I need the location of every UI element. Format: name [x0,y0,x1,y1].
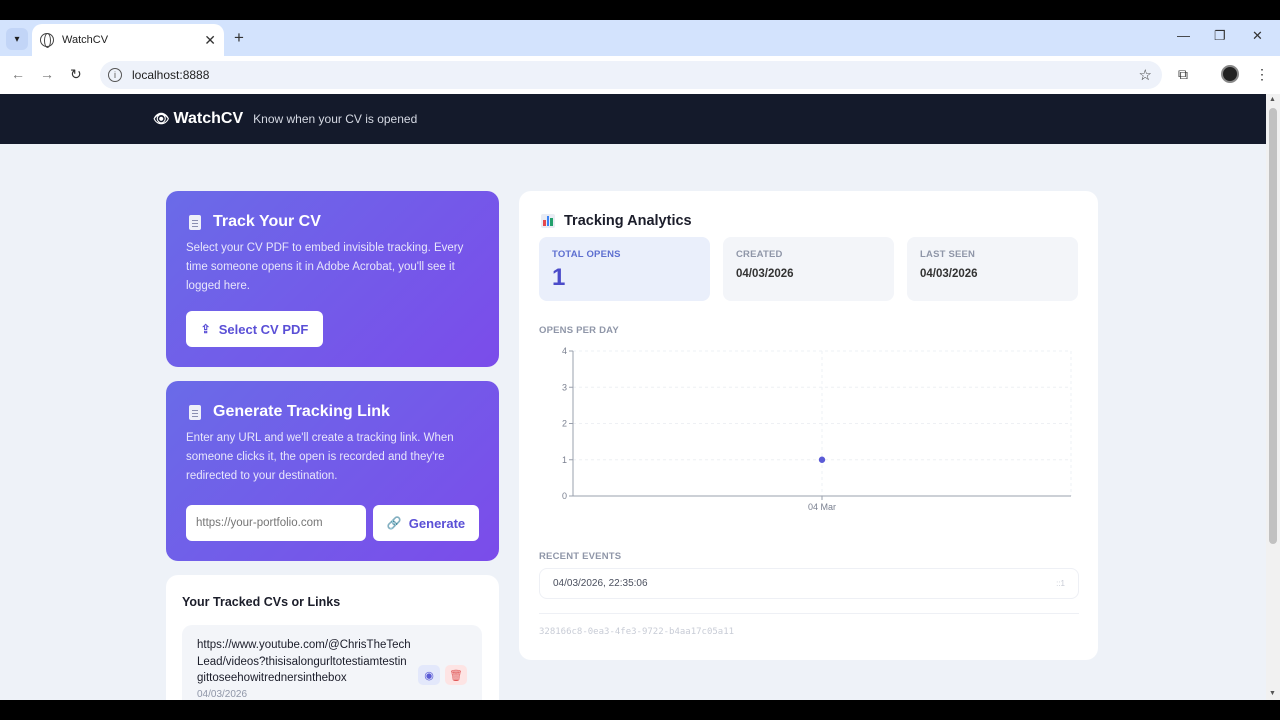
globe-icon [40,33,54,48]
extensions-icon[interactable]: ⧉ [1178,66,1188,83]
minimize-icon[interactable]: — [1177,28,1190,43]
event-row: 04/03/2026, 22:35:06 ::1 [539,568,1079,599]
track-cv-title: Track Your CV [213,213,321,230]
site-info-icon[interactable]: i [108,68,122,82]
y-tick-label: 0 [562,491,567,501]
stat-label: TOTAL OPENS [552,249,621,260]
browser-toolbar: ← → ↻ i localhost:8888 ☆ ⧉ ⋮ [0,56,1280,94]
profile-avatar[interactable] [1221,65,1239,83]
scrollbar-thumb[interactable] [1269,108,1277,544]
scroll-down-icon[interactable]: ▼ [1269,690,1276,697]
recent-events-label: RECENT EVENTS [539,551,622,562]
eye-icon: 👁 [153,111,170,126]
forward-arrow-icon[interactable]: → [40,66,54,82]
stat-value: 04/03/2026 [736,268,794,280]
y-tick-label: 1 [562,455,567,465]
page-scrollbar[interactable]: ▲ ▼ [1266,94,1280,700]
document-icon [189,404,201,420]
address-url[interactable]: localhost:8888 [132,68,1139,82]
page-viewport: 👁 WatchCV Know when your CV is opened Tra… [0,94,1266,700]
trash-icon: 🗑 [449,669,463,682]
analytics-card: Tracking Analytics TOTAL OPENS 1 CREATED… [519,191,1098,660]
stat-label: CREATED [736,249,783,260]
generate-button[interactable]: 🔗 Generate [373,505,479,541]
tab-strip: ▾ WatchCV ✕ + — ❐ ✕ [0,20,1280,56]
stat-value: 04/03/2026 [920,268,978,280]
close-window-icon[interactable]: ✕ [1252,28,1263,44]
generate-link-description: Enter any URL and we'll create a trackin… [186,432,454,482]
stat-value: 1 [552,264,566,291]
analytics-title: Tracking Analytics [564,213,692,229]
tab-title: WatchCV [62,34,109,46]
x-tick-label: 04 Mar [808,502,836,512]
restore-icon[interactable]: ❐ [1214,28,1226,44]
document-icon [189,214,201,230]
tracking-id: 328166c8-0ea3-4fe3-9722-b4aa17c05a11 [539,627,735,637]
upload-icon: ⇪ [200,322,211,336]
brand: 👁 WatchCV [153,110,243,128]
opens-per-day-chart: 0 1 2 3 4 04 Mar [562,346,1072,512]
stat-label: LAST SEEN [920,249,976,260]
tab-search-button[interactable]: ▾ [6,28,28,50]
app-header: 👁 WatchCV Know when your CV is opened [0,94,1266,144]
tracked-list-title: Your Tracked CVs or Links [182,595,341,609]
tracked-list-card: Your Tracked CVs or Links https://www.yo… [166,575,499,700]
select-cv-button[interactable]: ⇪ Select CV PDF [186,311,323,347]
bookmark-star-icon[interactable]: ☆ [1139,66,1152,84]
browser-tab[interactable]: WatchCV ✕ [32,24,224,56]
destination-url-input[interactable] [186,505,366,541]
select-cv-label: Select CV PDF [218,321,309,337]
close-tab-icon[interactable]: ✕ [204,32,216,49]
chevron-down-icon: ▾ [14,33,20,45]
new-tab-button[interactable]: + [234,28,244,48]
menu-kebab-icon[interactable]: ⋮ [1255,66,1269,83]
reload-icon[interactable]: ↻ [70,66,82,83]
address-bar[interactable]: i localhost:8888 ☆ [100,61,1162,89]
y-tick-label: 3 [562,382,567,392]
generate-link-card: Generate Tracking Link Enter any URL and… [166,381,499,561]
view-analytics-button[interactable]: ◉ [418,665,440,685]
stat-last-seen: LAST SEEN 04/03/2026 [907,237,1078,301]
data-point [818,456,826,463]
generate-label: Generate [408,515,466,531]
link-icon: 🔗 [386,516,402,530]
tagline: Know when your CV is opened [253,112,418,126]
stat-created: CREATED 04/03/2026 [723,237,894,301]
generate-link-heading: Generate Tracking Link [186,403,479,421]
event-time: 04/03/2026, 22:35:06 [553,578,648,589]
list-item[interactable]: https://www.youtube.com/@ChrisTheTechLea… [182,625,482,700]
track-cv-heading: Track Your CV [186,213,479,231]
divider [539,613,1079,614]
browser-window: ▾ WatchCV ✕ + — ❐ ✕ ← → ↻ i localhost:88… [0,20,1280,700]
scroll-up-icon[interactable]: ▲ [1269,96,1276,103]
chart-label: OPENS PER DAY [539,325,619,336]
brand-name: WatchCV [173,110,244,127]
event-source: ::1 [1056,579,1065,588]
back-arrow-icon[interactable]: ← [11,66,25,82]
track-cv-card: Track Your CV Select your CV PDF to embe… [166,191,499,367]
tracked-url: https://www.youtube.com/@ChrisTheTechLea… [197,639,411,684]
y-tick-label: 4 [562,346,567,356]
y-tick-label: 2 [562,419,567,429]
tracked-date: 04/03/2026 [197,689,248,700]
track-cv-description: Select your CV PDF to embed invisible tr… [186,242,464,292]
eye-icon: ◉ [424,669,434,682]
bar-chart-icon [541,214,555,228]
delete-button[interactable]: 🗑 [445,665,467,685]
stat-total-opens: TOTAL OPENS 1 [539,237,710,301]
analytics-heading: Tracking Analytics [541,213,692,229]
generate-link-title: Generate Tracking Link [213,403,390,420]
